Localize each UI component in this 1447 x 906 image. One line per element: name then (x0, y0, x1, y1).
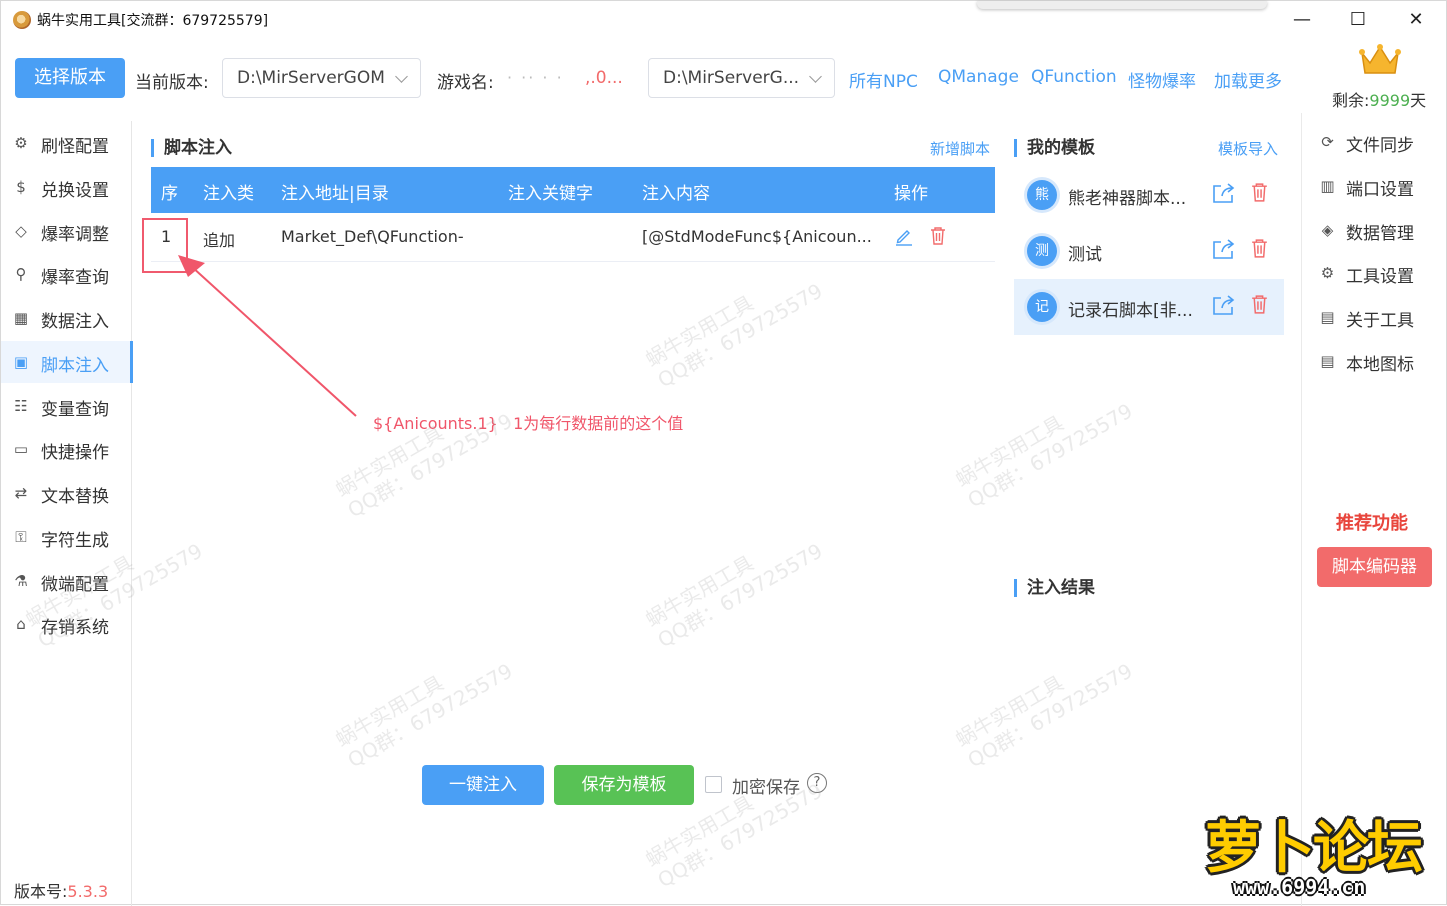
annotation-text: ${Anicounts.1} 1为每行数据前的这个值 (373, 414, 684, 433)
menu-label: 数据管理 (1346, 224, 1414, 244)
my-templates-title: 我的模板 (1014, 139, 1095, 157)
menu-port-settings[interactable]: ▥ 端口设置 (1302, 166, 1447, 208)
menu-data-management[interactable]: ◈ 数据管理 (1302, 210, 1447, 252)
forum-logo: 萝卜论坛 www.6994.cn (1197, 801, 1437, 901)
annotation-arrow (178, 255, 357, 417)
template-name: 熊老神器脚本... (1068, 189, 1187, 209)
menu-label: 关于工具 (1346, 311, 1414, 331)
encrypt-save-label: 加密保存 (732, 778, 800, 798)
template-item[interactable]: 测 测试 (1014, 223, 1284, 279)
menu-label: 文件同步 (1346, 136, 1414, 156)
sync-icon: ⟳ (1321, 133, 1334, 151)
share-icon[interactable] (1212, 238, 1236, 260)
template-item[interactable]: 熊 熊老神器脚本... (1014, 167, 1284, 223)
template-badge: 记 (1027, 292, 1057, 322)
app-window: 蜗牛实用工具[交流群：679725579] — ☐ ✕ 选择版本 当前版本: D… (0, 0, 1447, 906)
menu-file-sync[interactable]: ⟳ 文件同步 (1302, 122, 1447, 164)
template-item-selected[interactable]: 记 记录石脚本[非... (1014, 279, 1284, 335)
template-badge: 测 (1027, 236, 1057, 266)
gear-icon: ⚙ (1320, 264, 1335, 282)
clipboard-icon: ▤ (1320, 308, 1335, 326)
menu-tool-settings[interactable]: ⚙ 工具设置 (1302, 253, 1447, 295)
forum-logo-url: www.6994.cn (1233, 875, 1366, 899)
menu-label: 本地图标 (1346, 355, 1414, 375)
port-icon: ▥ (1320, 177, 1335, 195)
forum-logo-name: 萝卜论坛 (1205, 816, 1423, 881)
delete-icon[interactable] (1251, 182, 1268, 203)
template-name: 记录石脚本[非... (1068, 301, 1193, 321)
menu-label: 端口设置 (1346, 180, 1414, 200)
menu-local-icons[interactable]: ▤ 本地图标 (1302, 341, 1447, 383)
one-click-inject-button[interactable]: 一键注入 (422, 765, 544, 805)
encrypt-save-checkbox[interactable] (705, 776, 722, 793)
menu-label: 工具设置 (1346, 267, 1414, 287)
template-name: 测试 (1068, 245, 1102, 265)
menu-about[interactable]: ▤ 关于工具 (1302, 297, 1447, 339)
delete-icon[interactable] (1251, 294, 1268, 315)
help-icon[interactable]: ? (807, 773, 827, 793)
inject-result-title: 注入结果 (1014, 579, 1095, 597)
save-as-template-button[interactable]: 保存为模板 (554, 765, 694, 805)
script-encoder-button[interactable]: 脚本编码器 (1317, 547, 1432, 587)
share-icon[interactable] (1212, 294, 1236, 316)
template-import-link[interactable]: 模板导入 (1218, 138, 1278, 159)
box-icon: ◈ (1321, 221, 1334, 239)
template-badge: 熊 (1027, 180, 1057, 210)
delete-icon[interactable] (1251, 238, 1268, 259)
recommend-title: 推荐功能 (1336, 513, 1408, 534)
share-icon[interactable] (1212, 182, 1236, 204)
clipboard-icon: ▤ (1320, 352, 1335, 370)
